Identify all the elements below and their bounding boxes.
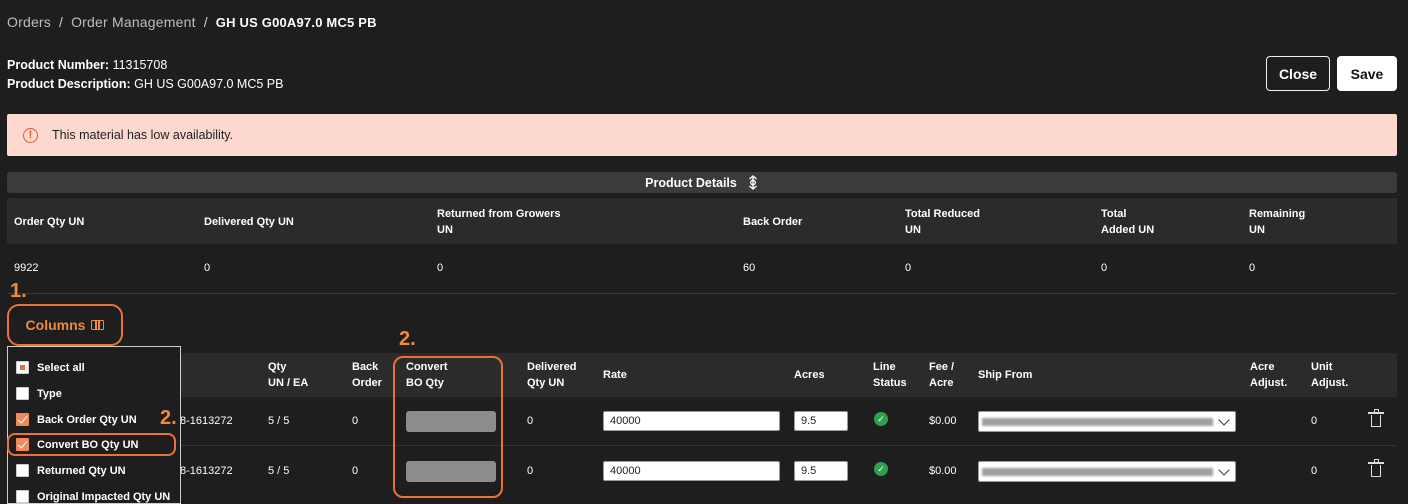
lines-grid-header: Qty UN / EA Back Order Convert BO Qty Deliv… bbox=[7, 353, 1397, 397]
column-option-select-all[interactable]: Select all bbox=[16, 361, 85, 374]
checkbox[interactable] bbox=[16, 387, 29, 400]
product-description-label: Product Description: bbox=[7, 77, 131, 91]
col-acres[interactable]: Acres bbox=[794, 367, 825, 383]
checkbox-checked[interactable] bbox=[16, 413, 29, 426]
convert-column-highlight bbox=[393, 356, 503, 498]
col-unit-adjust[interactable]: Unit Adjust. bbox=[1311, 359, 1348, 391]
value-returned: 0 bbox=[437, 262, 444, 274]
columns-label: Columns bbox=[25, 317, 86, 333]
col-line-status[interactable]: Line Status bbox=[873, 359, 907, 391]
close-button[interactable]: Close bbox=[1266, 56, 1330, 91]
product-details-toggle[interactable]: Product Details bbox=[7, 172, 1397, 193]
rate-input[interactable]: 40000 bbox=[603, 411, 780, 431]
column-option-type[interactable]: Type bbox=[16, 387, 62, 400]
cell-unit-adjust: 0 bbox=[1311, 465, 1318, 477]
expand-collapse-icon bbox=[748, 175, 757, 190]
checkbox[interactable] bbox=[16, 464, 29, 477]
cell-delivered: 0 bbox=[527, 465, 534, 477]
column-chooser-menu: Select all Type Back Order Qty UN Conver… bbox=[7, 346, 181, 504]
breadcrumb-current: GH US G00A97.0 MC5 PB bbox=[215, 14, 377, 30]
divider bbox=[7, 293, 1397, 294]
alert-icon: ! bbox=[23, 127, 38, 143]
cell-unit-adjust: 0 bbox=[1311, 415, 1318, 427]
columns-button[interactable]: Columns bbox=[7, 304, 123, 346]
order-link[interactable]: 8-1613272 bbox=[180, 465, 233, 477]
product-description: GH US G00A97.0 MC5 PB bbox=[134, 77, 284, 91]
header-returned: Returned from Growers UN bbox=[437, 208, 561, 236]
breadcrumb-order-management[interactable]: Order Management bbox=[71, 14, 196, 30]
ship-from-select[interactable] bbox=[978, 411, 1236, 432]
breadcrumb-separator: / bbox=[203, 14, 208, 30]
header-remaining: Remaining UN bbox=[1249, 208, 1306, 236]
product-number: 11315708 bbox=[112, 58, 168, 72]
column-option-original-impacted-qty[interactable]: Original Impacted Qty UN bbox=[16, 490, 170, 503]
breadcrumb-separator: / bbox=[59, 14, 64, 30]
convert-option-highlight bbox=[7, 433, 176, 456]
line-status-ok-icon: ✓ bbox=[874, 412, 888, 426]
breadcrumb: Orders / Order Management / GH US G00A97… bbox=[7, 14, 377, 30]
value-total-reduced: 0 bbox=[905, 262, 912, 274]
col-rate[interactable]: Rate bbox=[603, 367, 627, 383]
cell-back-order: 0 bbox=[352, 415, 359, 427]
cell-qty: 5 / 5 bbox=[268, 415, 290, 427]
header-back-order: Back Order bbox=[743, 216, 803, 228]
col-delivered-qty[interactable]: Delivered Qty UN bbox=[527, 359, 577, 391]
col-back-order[interactable]: Back Order bbox=[352, 359, 382, 391]
table-row: 8-1613272 5 / 5 0 0 40000 9.5 ✓ $0.00 0 bbox=[7, 397, 1397, 446]
col-qty[interactable]: Qty UN / EA bbox=[268, 359, 308, 391]
annotation-step-2-column: 2. bbox=[399, 328, 416, 350]
product-info: Product Number: 11315708 Product Descrip… bbox=[7, 56, 283, 94]
acres-input[interactable]: 9.5 bbox=[794, 411, 848, 431]
line-status-ok-icon: ✓ bbox=[874, 462, 888, 476]
chevron-down-icon bbox=[1218, 414, 1230, 426]
product-number-label: Product Number: bbox=[7, 58, 110, 72]
product-details-header: Order Qty UN Delivered Qty UN Returned f… bbox=[7, 198, 1397, 244]
col-fee-acre[interactable]: Fee / Acre bbox=[929, 359, 954, 391]
cell-qty: 5 / 5 bbox=[268, 465, 290, 477]
columns-icon bbox=[91, 320, 105, 330]
checkbox[interactable] bbox=[16, 490, 29, 503]
rate-input[interactable]: 40000 bbox=[603, 461, 780, 481]
value-delivered-qty: 0 bbox=[204, 262, 211, 274]
cell-delivered: 0 bbox=[527, 415, 534, 427]
acres-input[interactable]: 9.5 bbox=[794, 461, 848, 481]
value-back-order: 60 bbox=[743, 262, 756, 274]
alert-message: This material has low availability. bbox=[52, 128, 234, 142]
table-row: 8-1613272 5 / 5 0 0 40000 9.5 ✓ $0.00 0 bbox=[7, 447, 1397, 495]
ship-from-select[interactable] bbox=[978, 461, 1236, 482]
annotation-step-1: 1. bbox=[10, 280, 27, 302]
header-total-added: Total Added UN bbox=[1101, 208, 1155, 236]
save-button[interactable]: Save bbox=[1337, 56, 1397, 91]
cell-fee: $0.00 bbox=[929, 415, 957, 427]
value-order-qty: 9922 bbox=[14, 262, 39, 274]
column-option-returned-qty[interactable]: Returned Qty UN bbox=[16, 464, 126, 477]
delete-icon[interactable] bbox=[1368, 459, 1384, 477]
cell-back-order: 0 bbox=[352, 465, 359, 477]
column-option-back-order-qty[interactable]: Back Order Qty UN bbox=[16, 413, 137, 426]
product-details-row: 9922 0 0 60 0 0 0 bbox=[7, 258, 1397, 278]
header-total-reduced: Total Reduced UN bbox=[905, 208, 980, 236]
delete-icon[interactable] bbox=[1368, 409, 1384, 427]
low-availability-alert: ! This material has low availability. bbox=[7, 114, 1397, 156]
chevron-down-icon bbox=[1218, 464, 1230, 476]
col-ship-from[interactable]: Ship From bbox=[978, 367, 1032, 383]
annotation-step-2-menu: 2. bbox=[160, 407, 177, 429]
value-total-added: 0 bbox=[1101, 262, 1108, 274]
product-details-title: Product Details bbox=[645, 175, 737, 190]
col-acre-adjust[interactable]: Acre Adjust. bbox=[1250, 359, 1287, 391]
value-remaining: 0 bbox=[1249, 262, 1256, 274]
header-delivered-qty: Delivered Qty UN bbox=[204, 216, 294, 228]
header-order-qty: Order Qty UN bbox=[14, 216, 85, 228]
breadcrumb-orders[interactable]: Orders bbox=[7, 14, 51, 30]
cell-fee: $0.00 bbox=[929, 465, 957, 477]
checkbox-partial[interactable] bbox=[16, 361, 29, 374]
order-link[interactable]: 8-1613272 bbox=[180, 415, 233, 427]
